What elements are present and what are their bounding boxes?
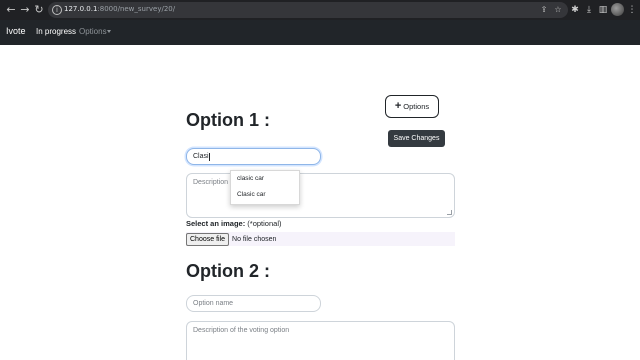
autocomplete-dropdown: clasic car Clasic car	[230, 170, 300, 205]
optional-note: (*optional)	[247, 219, 282, 228]
reload-icon[interactable]: ↻	[32, 3, 46, 17]
bookmark-star-icon[interactable]: ☆	[553, 5, 563, 15]
nav-in-progress[interactable]: In progress	[36, 27, 76, 36]
download-icon[interactable]: ⤓	[583, 4, 595, 16]
option-2-description-textarea[interactable]: Description of the voting option	[186, 321, 455, 360]
option-2-name-input[interactable]: Option name	[186, 295, 321, 312]
option-1-name-value: Clasi	[193, 153, 209, 160]
options-button-label: Options	[403, 102, 430, 111]
text-caret	[209, 152, 210, 161]
option-1-description-placeholder: Description	[193, 179, 229, 186]
save-changes-button[interactable]: Save Changes	[388, 130, 445, 147]
option-2-name-placeholder: Option name	[193, 300, 234, 307]
resize-grip-icon[interactable]	[447, 210, 452, 215]
menu-dots-icon[interactable]: ⋮	[626, 4, 638, 16]
choose-file-button[interactable]: Choose file	[186, 232, 230, 246]
extensions-puzzle-icon[interactable]: ✱	[569, 4, 581, 16]
option-2-heading: Option 2 :	[186, 261, 270, 281]
option-2-description-placeholder: Description of the voting option	[193, 327, 290, 334]
plus-icon: +	[394, 100, 402, 112]
side-panel-icon[interactable]: ▥	[597, 4, 609, 16]
address-bar[interactable]: i 127.0.0.1:8000/new_survey/20/ ⇪ ☆	[48, 2, 568, 18]
add-options-button[interactable]: + Options	[385, 95, 439, 118]
autocomplete-item[interactable]: clasic car	[231, 171, 299, 187]
nav-options-dropdown[interactable]: Options	[79, 27, 107, 36]
option-1-description-textarea[interactable]: Description	[186, 173, 455, 218]
dropdown-caret-icon[interactable]	[107, 30, 111, 33]
select-image-label: Select an image: (*optional)	[186, 219, 281, 228]
file-status-text: No file chosen	[232, 235, 277, 243]
select-image-label-text: Select an image:	[186, 219, 246, 228]
url-path: :8000/new_survey/20/	[97, 5, 176, 13]
option-1-file-input: Choose file No file chosen	[186, 232, 455, 246]
app-navbar: Ivote In progress Options	[0, 20, 640, 45]
back-arrow-icon[interactable]: ←	[4, 3, 18, 17]
url-text[interactable]: 127.0.0.1:8000/new_survey/20/	[64, 5, 175, 13]
profile-avatar[interactable]	[611, 3, 624, 16]
option-1-name-input[interactable]: Clasi	[186, 148, 321, 165]
option-1-heading: Option 1 :	[186, 110, 270, 130]
forward-arrow-icon[interactable]: →	[18, 3, 32, 17]
url-host: 127.0.0.1	[64, 5, 98, 13]
share-icon[interactable]: ⇪	[539, 5, 549, 15]
autocomplete-item[interactable]: Clasic car	[231, 187, 299, 203]
brand-logo[interactable]: Ivote	[6, 26, 26, 36]
site-info-icon[interactable]: i	[52, 5, 62, 15]
browser-toolbar: ← → ↻ i 127.0.0.1:8000/new_survey/20/ ⇪ …	[0, 0, 640, 20]
